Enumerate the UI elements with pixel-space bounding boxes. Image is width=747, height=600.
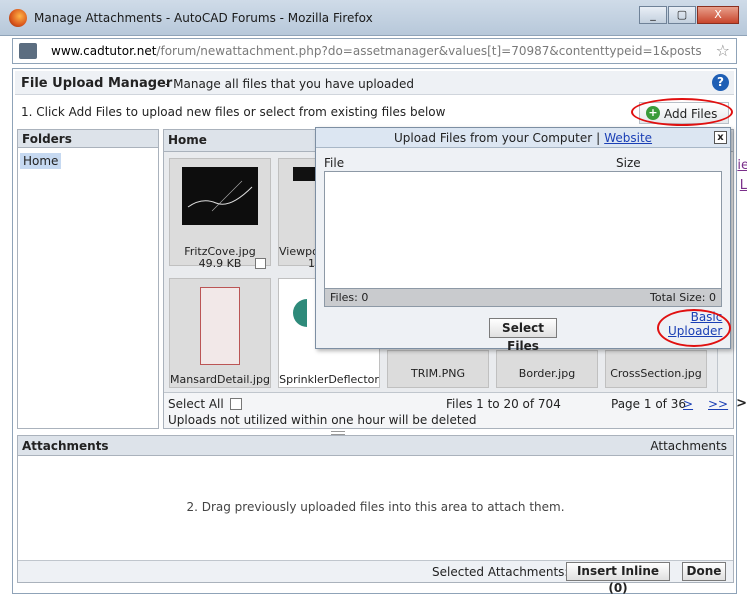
page-indicator: Page 1 of 36 — [611, 397, 686, 411]
manager-subtitle: - Manage all files that you have uploade… — [165, 77, 414, 91]
file-preview-image — [293, 299, 307, 327]
help-icon[interactable]: ? — [712, 74, 729, 91]
file-thumbnail[interactable]: TRIM.PNG — [387, 350, 489, 388]
selected-attachments-label: Selected Attachments: — [432, 565, 569, 579]
last-page-link[interactable]: >> — [708, 397, 728, 411]
file-name: SprinklerDeflector — [279, 373, 379, 386]
step1-instruction: 1. Click Add Files to upload new files o… — [21, 105, 446, 119]
folder-item-home[interactable]: Home — [20, 153, 62, 169]
attachments-header: Attachments — [18, 436, 733, 456]
attachments-footer: Selected Attachments: Insert Inline (0) … — [18, 560, 733, 595]
next-page-link[interactable]: > — [683, 397, 693, 411]
background-link-fragment: L — [739, 178, 747, 193]
file-thumbnail[interactable]: MansardDetail.jpg — [169, 278, 271, 388]
url-path: /forum/newattachment.php?do=assetmanager… — [156, 44, 701, 58]
select-files-button[interactable]: Select Files — [489, 318, 557, 353]
maximize-button[interactable]: ▢ — [668, 6, 696, 24]
file-name: MansardDetail.jpg — [170, 373, 270, 386]
popup-title-separator: | — [596, 131, 601, 145]
file-thumbnail[interactable]: FritzCove.jpg 49.9 KB — [169, 158, 271, 270]
file-name: Border.jpg — [518, 367, 576, 380]
file-select-checkbox[interactable] — [255, 258, 266, 269]
window-title: Manage Attachments - AutoCAD Forums - Mo… — [34, 11, 373, 25]
insert-inline-button[interactable]: Insert Inline (0) — [566, 562, 670, 595]
minimize-button[interactable]: _ — [639, 6, 667, 24]
files-footer: Select All Files 1 to 20 of 704 Page 1 o… — [164, 392, 733, 428]
site-identity-icon[interactable] — [19, 43, 37, 59]
file-preview-image — [200, 287, 240, 365]
annotation-circle — [657, 309, 731, 347]
address-bar[interactable]: www.cadtutor.net/forum/newattachment.php… — [12, 38, 737, 64]
background-link-fragment: ie — [737, 158, 747, 173]
firefox-logo-icon — [9, 9, 27, 27]
background-arrow-fragment: > — [736, 396, 747, 411]
drag-instruction: 2. Drag previously uploaded files into t… — [186, 500, 565, 514]
file-preview-image — [182, 167, 258, 225]
popup-header: Upload Files from your Computer | Website — [316, 128, 730, 148]
file-upload-manager: File Upload Manager - Manage all files t… — [12, 68, 737, 595]
url-text[interactable]: www.cadtutor.net/forum/newattachment.php… — [51, 44, 701, 58]
close-window-button[interactable]: X — [697, 6, 739, 24]
upload-file-list[interactable] — [324, 171, 722, 289]
column-header-file: File — [324, 156, 345, 170]
close-popup-button[interactable]: x — [714, 131, 727, 144]
file-name: TRIM.PNG — [411, 367, 465, 380]
bookmark-star-icon[interactable]: ☆ — [716, 41, 730, 60]
file-size: 1 — [308, 257, 315, 270]
done-button[interactable]: Done — [682, 562, 726, 581]
attachments-header-right: Attachments — [650, 439, 727, 453]
window-controls: _ ▢ X — [638, 6, 739, 24]
column-header-size: Size — [616, 156, 641, 170]
folders-panel: Folders Home — [17, 129, 159, 429]
files-count: Files 1 to 20 of 704 — [446, 397, 561, 411]
folders-header: Folders — [18, 130, 158, 148]
annotation-circle — [631, 98, 733, 126]
popup-title: Upload Files from your Computer — [393, 131, 593, 145]
select-all-label: Select All — [168, 397, 224, 411]
upload-summary-bar: Files: 0 Total Size: 0 — [324, 289, 722, 307]
manager-title: File Upload Manager — [21, 76, 173, 91]
attachments-panel: Attachments Attachments 2. Drag previous… — [17, 435, 734, 595]
window-titlebar: Manage Attachments - AutoCAD Forums - Mo… — [0, 0, 747, 36]
uploads-expiry-note: Uploads not utilized within one hour wil… — [168, 413, 477, 427]
file-thumbnail[interactable]: Border.jpg — [496, 350, 598, 388]
file-preview-image — [293, 167, 317, 181]
file-thumbnail[interactable]: CrossSection.jpg — [605, 350, 707, 388]
url-host: www.cadtutor.net — [51, 44, 157, 58]
select-all-checkbox[interactable] — [230, 398, 242, 410]
upload-total-size: Total Size: 0 — [650, 291, 716, 304]
upload-files-count: Files: 0 — [330, 291, 369, 304]
manager-header: File Upload Manager - Manage all files t… — [15, 71, 734, 95]
website-link[interactable]: Website — [604, 131, 652, 145]
file-thumbnail[interactable]: Viewpo 1 — [278, 158, 317, 270]
file-name: CrossSection.jpg — [610, 367, 702, 380]
